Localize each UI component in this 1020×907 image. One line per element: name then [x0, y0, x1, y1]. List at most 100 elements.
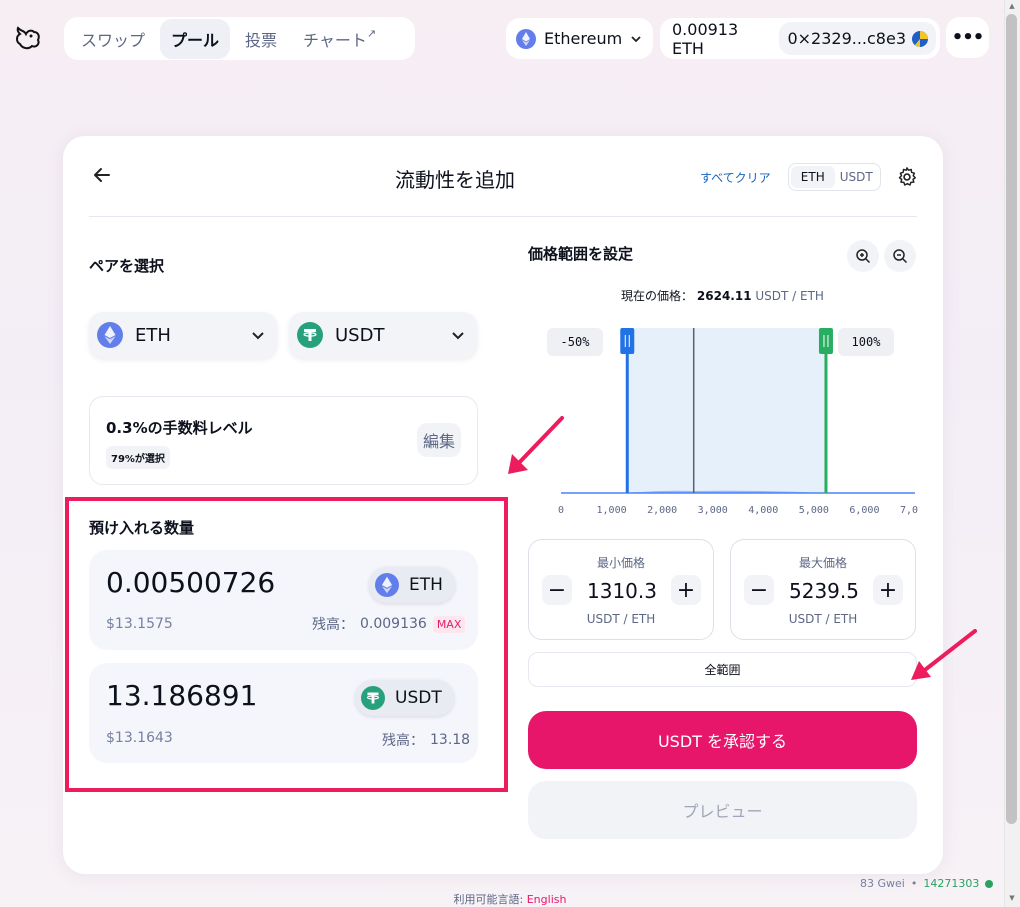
account-widget[interactable]: 0.00913 ETH 0×2329...c8e3: [660, 18, 940, 59]
uniswap-logo-icon[interactable]: [12, 22, 44, 54]
token-b-symbol: USDT: [335, 324, 385, 346]
min-price-decrement-button[interactable]: −: [542, 575, 572, 605]
pair-section-label: ペアを選択: [89, 257, 165, 275]
full-range-button[interactable]: 全範囲: [528, 652, 917, 687]
deposit-b-balance-value: 13.18: [430, 732, 471, 748]
token-b-select[interactable]: USDT: [289, 312, 477, 358]
min-price-input[interactable]: 1310.3: [577, 579, 667, 603]
ethereum-icon: [516, 28, 536, 49]
external-link-icon: ↗: [366, 26, 377, 40]
x-tick-label: 2,000: [647, 505, 677, 516]
back-arrow-icon[interactable]: [90, 163, 114, 187]
x-tick-label: 3,000: [698, 505, 728, 516]
max-price-input[interactable]: 5239.5: [779, 579, 869, 603]
current-price-value: 2624.11: [696, 289, 752, 303]
tether-icon: [297, 322, 323, 348]
deposit-b-balance-label: 残高：: [382, 733, 424, 749]
avatar-icon: [912, 30, 928, 47]
x-tick-label: 0: [558, 505, 564, 516]
gear-icon[interactable]: [896, 166, 918, 188]
account-address-button[interactable]: 0×2329...c8e3: [779, 22, 936, 55]
x-tick-label: 5,000: [799, 505, 829, 516]
deposit-a-balance: 残高： 0.009136 MAX: [312, 614, 466, 634]
ethereum-icon: [375, 573, 399, 597]
block-number[interactable]: 14271303: [923, 877, 979, 890]
scrollbar-thumb[interactable]: [1006, 14, 1017, 824]
gas-price: 83 Gwei: [860, 877, 905, 890]
ethereum-icon: [97, 322, 123, 348]
deposit-b-balance: 残高： 13.18: [382, 730, 470, 750]
current-price-unit: USDT / ETH: [755, 289, 824, 303]
deposit-a-token: ETH: [369, 567, 455, 603]
x-tick-label: 4,000: [748, 505, 778, 516]
min-price-increment-button[interactable]: +: [671, 575, 701, 605]
annotation-arrow-icon: [508, 416, 564, 474]
chevron-down-icon: [452, 332, 464, 340]
preview-button[interactable]: プレビュー: [528, 781, 917, 839]
max-price-decrement-button[interactable]: −: [744, 575, 774, 605]
nav-charts[interactable]: チャート↗: [292, 19, 387, 59]
toggle-eth[interactable]: ETH: [791, 166, 835, 188]
min-price-unit: USDT / ETH: [586, 612, 656, 626]
scroll-up-icon[interactable]: ▲: [1006, 2, 1018, 10]
x-tick-label: 6,000: [849, 505, 879, 516]
price-unit-toggle[interactable]: ETH USDT: [788, 163, 881, 191]
max-price-unit: USDT / ETH: [788, 612, 858, 626]
more-dots-icon: •••: [951, 27, 985, 48]
max-range-handle[interactable]: [818, 328, 833, 354]
tether-icon: [361, 686, 385, 710]
max-price-label: 最大価格: [798, 556, 847, 570]
token-a-symbol: ETH: [135, 324, 171, 346]
nav-swap[interactable]: スワップ: [70, 19, 156, 59]
main-nav: スワップ プール 投票 チャート↗: [64, 17, 415, 60]
fee-tier-title: 0.3%の手数料レベル: [106, 419, 253, 437]
max-price-box: 最大価格 − 5239.5 + USDT / ETH: [730, 539, 916, 640]
deposit-a-balance-value: 0.009136: [360, 616, 427, 632]
status-separator: •: [910, 877, 918, 890]
deposit-b-amount-input[interactable]: 13.186891: [106, 679, 257, 712]
range-section-label: 価格範囲を設定: [528, 245, 634, 263]
chevron-down-icon: [631, 35, 641, 42]
min-range-handle[interactable]: [620, 328, 635, 354]
deposit-b-token: USDT: [355, 680, 454, 716]
approve-usdt-button[interactable]: USDT を承認する: [528, 711, 917, 769]
token-a-select[interactable]: ETH: [89, 312, 277, 358]
language-label: 利用可能言語:: [453, 893, 524, 906]
min-price-label: 最小価格: [596, 556, 645, 570]
zoom-out-icon[interactable]: [884, 240, 916, 272]
fee-edit-button[interactable]: 編集: [417, 423, 461, 457]
deposit-a-amount-input[interactable]: 0.00500726: [106, 566, 275, 599]
deposit-a-token-symbol: ETH: [409, 575, 443, 595]
zoom-in-icon[interactable]: [847, 240, 879, 272]
deposit-b-token-symbol: USDT: [395, 688, 442, 708]
toggle-usdt[interactable]: USDT: [835, 166, 879, 188]
deposit-section-label: 預け入れる数量: [89, 519, 195, 537]
network-selector[interactable]: Ethereum: [506, 18, 653, 59]
deposit-a-balance-label: 残高：: [312, 617, 354, 633]
clear-all-link[interactable]: すべてクリア: [700, 169, 771, 186]
chevron-down-icon: [252, 332, 264, 340]
current-price: 現在の価格： 2624.11 USDT / ETH: [528, 287, 917, 304]
min-percent-label: -50%: [547, 328, 603, 356]
deposit-b-usd: $13.1643: [106, 730, 173, 746]
status-dot-icon: [985, 879, 994, 888]
nav-pool[interactable]: プール: [160, 18, 231, 59]
fee-selected-badge: 79%が選択: [106, 446, 170, 469]
page-title: 流動性を追加: [395, 168, 515, 192]
network-name: Ethereum: [544, 29, 623, 48]
language-footer: 利用可能言語: English: [0, 891, 1020, 907]
current-price-label: 現在の価格：: [621, 289, 694, 303]
selected-range-band: [627, 328, 826, 493]
account-balance: 0.00913 ETH: [672, 19, 739, 58]
more-menu-button[interactable]: •••: [946, 17, 989, 58]
account-address: 0×2329...c8e3: [787, 29, 906, 48]
max-button[interactable]: MAX: [432, 615, 466, 633]
nav-vote[interactable]: 投票: [234, 19, 288, 59]
header-divider: [89, 216, 917, 217]
nav-charts-label: チャート: [303, 30, 367, 50]
x-tick-label: 7,000: [900, 505, 918, 516]
language-link-english[interactable]: English: [527, 893, 567, 906]
max-price-increment-button[interactable]: +: [873, 575, 903, 605]
max-percent-label: 100%: [838, 328, 894, 356]
deposit-a-usd: $13.1575: [106, 616, 173, 632]
